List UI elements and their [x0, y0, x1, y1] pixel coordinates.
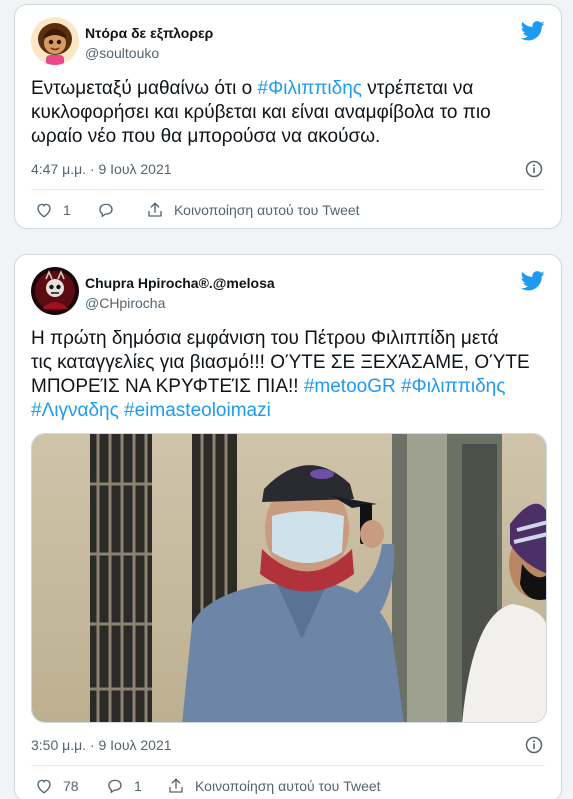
twitter-bird-icon[interactable]: [521, 21, 545, 41]
text-segment: Η πρώτη δημόσια εμφάνιση του Πέτρου Φιλι…: [31, 328, 499, 349]
reply-icon: [99, 203, 113, 218]
display-name-text: Chupra Hpirocha: [85, 275, 199, 291]
divider: [31, 765, 545, 766]
tweet-photo[interactable]: [31, 433, 547, 723]
reply-icon: [108, 779, 122, 794]
share-label: Κοινοποίηση αυτού του Tweet: [174, 202, 360, 218]
display-name[interactable]: Chupra Hpirocha®.@melosa: [85, 275, 275, 291]
display-name-suffix: ®.@melosa: [198, 275, 275, 291]
text-segment: κυκλοφορήσει και κρύβεται και είναι αναμ…: [31, 102, 491, 123]
text-segment: τις καταγγελίες για βιασμό!!! ΟΎΤΕ ΣΕ ΞΕ…: [31, 352, 530, 373]
twitter-bird-icon[interactable]: [521, 271, 545, 291]
share-label: Κοινοποίηση αυτού του Tweet: [195, 778, 381, 794]
timestamp[interactable]: 4:47 μ.μ. · 9 Ιουλ 2021: [31, 161, 172, 177]
avatar[interactable]: [31, 17, 79, 65]
share-button[interactable]: Κοινοποίηση αυτού του Tweet: [167, 777, 381, 795]
hashtag-link[interactable]: #Λιγναδης: [31, 400, 119, 421]
hashtag-link[interactable]: #Φιλιππιδης: [401, 376, 505, 397]
like-count: 1: [63, 202, 71, 218]
tweet-card[interactable]: Ντόρα δε εξπλορερ @soultouko Εντωμεταξύ …: [14, 4, 562, 229]
tweet-text: Εντωμεταξύ μαθαίνω ότι ο #Φιλιππιδης ντρ…: [31, 77, 551, 149]
tweet-card[interactable]: Chupra Hpirocha®.@melosa @CHpirocha Η πρ…: [14, 254, 562, 799]
avatar[interactable]: [31, 267, 79, 315]
text-segment: Εντωμεταξύ μαθαίνω ότι ο: [31, 78, 258, 99]
text-line: #Λιγναδης #eimasteoloimazi: [31, 399, 551, 423]
heart-icon: [37, 203, 51, 218]
text-line: ωραίο νέο που θα μπορούσα να ακούσω.: [31, 125, 551, 149]
street-photo-image: [32, 434, 546, 722]
like-count: 78: [63, 778, 79, 794]
tweet-text: Η πρώτη δημόσια εμφάνιση του Πέτρου Φιλι…: [31, 327, 551, 423]
like-button[interactable]: 1: [35, 201, 71, 219]
hashtag-link[interactable]: #Φιλιππιδης: [258, 78, 362, 99]
info-icon[interactable]: [525, 160, 543, 178]
heart-icon: [37, 779, 51, 794]
like-button[interactable]: 78: [35, 777, 79, 795]
text-segment: ΜΠΟΡΕΊΣ ΝΑ ΚΡΥΦΤΕΊΣ ΠΙΑ!!: [31, 376, 304, 397]
text-line: τις καταγγελίες για βιασμό!!! ΟΎΤΕ ΣΕ ΞΕ…: [31, 351, 551, 375]
share-icon: [169, 778, 183, 793]
text-segment: ντρέπεται να: [361, 78, 474, 99]
hashtag-link[interactable]: #metooGR: [304, 376, 396, 397]
text-line: κυκλοφορήσει και κρύβεται και είναι αναμ…: [31, 101, 551, 125]
timestamp[interactable]: 3:50 μ.μ. · 9 Ιουλ 2021: [31, 737, 172, 753]
share-button[interactable]: Κοινοποίηση αυτού του Tweet: [146, 201, 360, 219]
divider: [31, 189, 545, 190]
display-name[interactable]: Ντόρα δε εξπλορερ: [85, 25, 213, 41]
hashtag-link[interactable]: #eimasteoloimazi: [124, 400, 271, 421]
reply-count: 1: [134, 778, 142, 794]
share-icon: [148, 202, 162, 217]
text-segment: ωραίο νέο που θα μπορούσα να ακούσω.: [31, 126, 381, 147]
reply-button[interactable]: [97, 201, 125, 219]
user-handle[interactable]: @soultouko: [85, 45, 159, 61]
text-line: ΜΠΟΡΕΊΣ ΝΑ ΚΡΥΦΤΕΊΣ ΠΙΑ!! #metooGR #Φιλι…: [31, 375, 551, 399]
info-icon[interactable]: [525, 736, 543, 754]
text-line: Εντωμεταξύ μαθαίνω ότι ο #Φιλιππιδης ντρ…: [31, 77, 551, 101]
text-line: Η πρώτη δημόσια εμφάνιση του Πέτρου Φιλι…: [31, 327, 551, 351]
reply-button[interactable]: 1: [106, 777, 142, 795]
user-handle[interactable]: @CHpirocha: [85, 295, 165, 311]
